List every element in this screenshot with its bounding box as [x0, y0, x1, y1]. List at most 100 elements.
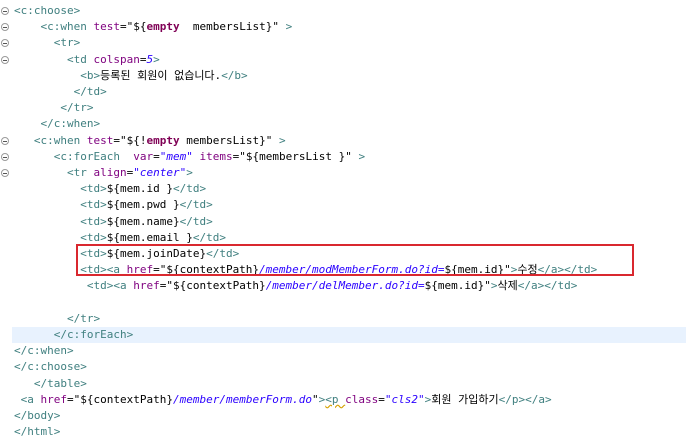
fold-toggle-icon[interactable]: [1, 7, 9, 15]
code-token: ${mem.name}: [106, 214, 180, 228]
code-token: <c:when: [40, 20, 94, 34]
code-token: >: [490, 279, 498, 293]
fold-toggle-icon[interactable]: [1, 169, 9, 177]
code-token: ${mem.email }: [106, 230, 193, 244]
code-line[interactable]: </c:when>: [14, 116, 101, 132]
code-token: <tr>: [53, 36, 81, 50]
code-line[interactable]: </td>: [14, 84, 107, 100]
code-line[interactable]: </c:forEach>: [12, 327, 686, 343]
code-line[interactable]: <td><a href="${contextPath}/member/modMe…: [14, 262, 597, 278]
code-token: </c:when>: [14, 344, 74, 358]
code-token: >: [153, 52, 160, 66]
code-token: </p></a>: [498, 392, 552, 406]
code-token: <td>: [80, 230, 107, 244]
code-token: empty: [146, 20, 180, 34]
code-line[interactable]: </tr>: [14, 100, 93, 116]
code-token: <td><a: [80, 263, 127, 277]
code-token: </td>: [192, 230, 226, 244]
code-token: items: [199, 149, 233, 163]
code-token: var: [133, 149, 154, 163]
code-token: </td>: [172, 182, 207, 196]
fold-toggle-icon[interactable]: [1, 136, 9, 145]
code-line[interactable]: <c:forEach var="mem" items="${membersLis…: [14, 149, 365, 165]
code-token: </td>: [179, 198, 213, 212]
code-line[interactable]: </tr>: [14, 311, 100, 327]
code-token: ${mem.id}": [444, 263, 511, 277]
fold-toggle-icon[interactable]: [1, 152, 9, 161]
code-token: "mem": [159, 149, 193, 163]
code-token: test: [93, 20, 120, 34]
code-token: </td>: [206, 247, 240, 260]
code-token: ="${!: [113, 133, 147, 147]
code-line[interactable]: <td>${mem.id }</td>: [14, 181, 206, 197]
code-token: <c:forEach: [53, 149, 134, 163]
code-line[interactable]: <c:when test="${!empty membersList}" >: [14, 133, 286, 149]
code-token: membersList}": [179, 133, 273, 147]
code-token: <td>: [80, 182, 107, 196]
code-token: <tr: [66, 166, 94, 179]
code-line[interactable]: <td>${mem.email }</td>: [14, 230, 226, 246]
code-line[interactable]: </html>: [14, 424, 60, 440]
code-token: >: [351, 149, 366, 163]
code-token: ": [312, 392, 319, 406]
code-line[interactable]: <tr align="center">: [14, 165, 193, 181]
code-token: empty: [146, 133, 180, 147]
code-token: =: [153, 149, 160, 163]
code-token: "center": [133, 166, 187, 179]
code-token: </table>: [33, 376, 87, 390]
code-token: </td>: [179, 214, 213, 228]
code-token: </a></td>: [517, 279, 578, 293]
code-token: href: [133, 279, 160, 293]
code-token: <td>: [80, 247, 107, 260]
code-token: 수정: [517, 263, 538, 277]
code-token: ${: [133, 20, 147, 34]
code-token: <a: [20, 392, 41, 406]
code-token: </c:choose>: [14, 360, 87, 374]
code-line[interactable]: <c:choose>: [14, 3, 80, 19]
code-token: ${mem.id}": [424, 279, 491, 293]
code-token: </c:when>: [40, 117, 101, 131]
code-token: >: [278, 20, 293, 34]
code-token: membersList}": [179, 20, 279, 34]
code-token: </td>: [73, 85, 107, 98]
code-token: </a></td>: [537, 263, 598, 277]
code-token: </body>: [14, 409, 61, 422]
code-token: class: [345, 392, 379, 406]
code-token: ${mem.id }: [106, 182, 173, 196]
code-token: </html>: [14, 425, 61, 439]
code-token: 회원 가입하기: [431, 392, 499, 406]
code-line[interactable]: <td><a href="${contextPath}/member/delMe…: [14, 278, 578, 294]
code-token: colspan: [93, 52, 140, 66]
code-token: <td><a: [86, 279, 134, 293]
code-token: href: [40, 392, 68, 406]
code-token: /member/memberForm.do: [172, 392, 313, 406]
code-token: =: [378, 392, 385, 406]
code-line[interactable]: <td>${mem.name}</td>: [14, 214, 213, 230]
code-token: ${mem.pwd }: [106, 198, 180, 212]
code-token: </c:forEach>: [53, 328, 134, 341]
code-token: </tr>: [60, 101, 94, 115]
code-line[interactable]: </table>: [14, 376, 87, 392]
code-token: ${mem.joinDate}: [106, 247, 207, 260]
code-token: align: [93, 166, 127, 179]
code-line[interactable]: </body>: [14, 408, 60, 424]
code-line[interactable]: <tr>: [14, 35, 81, 51]
code-token: /member/delMember.do?id=: [265, 279, 425, 293]
code-line[interactable]: <c:when test="${empty membersList}" >: [14, 19, 293, 35]
code-line[interactable]: <td>${mem.pwd }</td>: [14, 197, 213, 213]
code-line[interactable]: </c:when>: [14, 343, 74, 359]
code-line[interactable]: <b>등록된 회원이 없습니다.</b>: [14, 68, 247, 84]
code-token: </tr>: [66, 311, 101, 325]
code-token: /member/modMemberForm.do?id=: [259, 263, 445, 277]
code-line[interactable]: <a href="${contextPath}/member/memberFor…: [14, 392, 552, 408]
code-token: ="${contextPath}: [153, 263, 260, 277]
code-token: <td: [66, 52, 94, 66]
code-token: <c:choose>: [14, 4, 81, 17]
code-token: =": [119, 20, 134, 34]
code-line[interactable]: <td>${mem.joinDate}</td>: [14, 246, 239, 262]
code-line[interactable]: </c:choose>: [14, 359, 87, 375]
code-token: <td>: [80, 214, 107, 228]
code-token: <p: [325, 392, 346, 406]
code-line[interactable]: <td colspan=5>: [14, 52, 160, 68]
fold-toggle-icon[interactable]: [1, 55, 9, 64]
